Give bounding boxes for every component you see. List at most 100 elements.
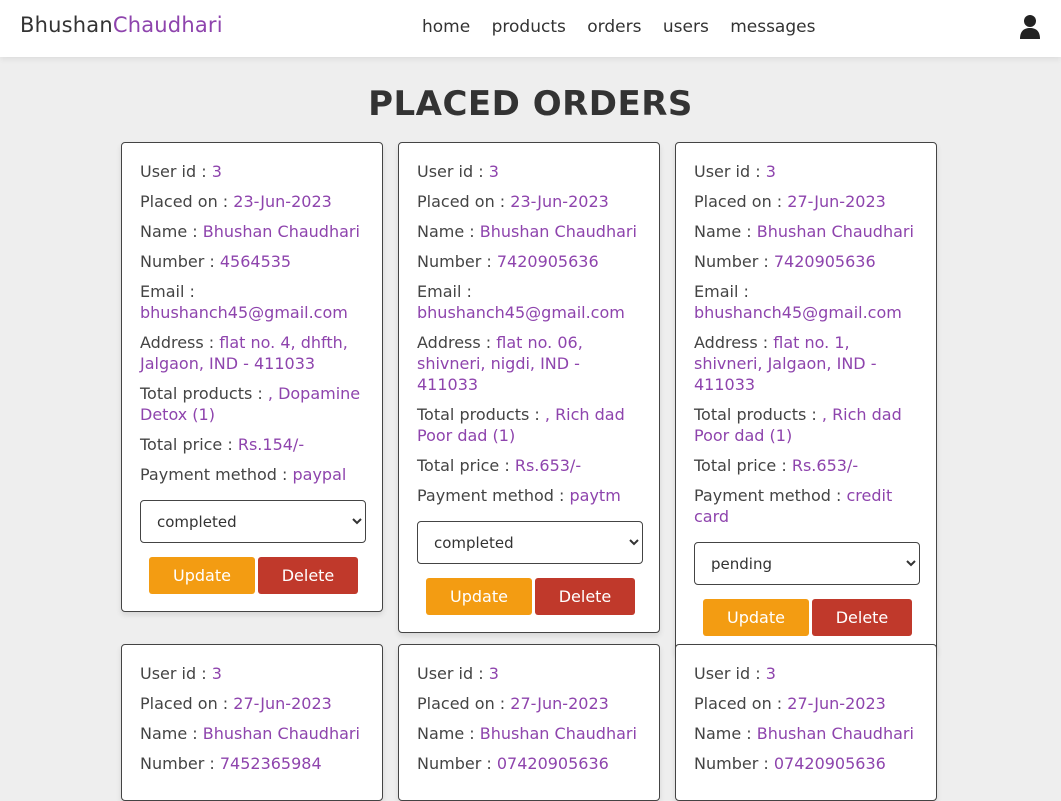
- update-button[interactable]: Update: [703, 599, 809, 636]
- order-placed-on-label: Placed on :: [417, 694, 511, 713]
- order-address-label: Address :: [417, 333, 497, 352]
- order-number-label: Number :: [694, 252, 774, 271]
- order-card: User id : 3 Placed on : 27-Jun-2023 Name :…: [675, 142, 937, 654]
- order-payment-method-value: paypal: [292, 465, 347, 484]
- order-user-id-row: User id : 3: [140, 161, 365, 182]
- order-email-label: Email :: [694, 282, 749, 301]
- order-placed-on-label: Placed on :: [694, 694, 788, 713]
- order-name-row: Name : Bhushan Chaudhari: [140, 723, 365, 744]
- order-status-select[interactable]: pendingcompleted: [417, 521, 643, 564]
- order-placed-on-label: Placed on :: [140, 694, 234, 713]
- order-user-id-label: User id :: [140, 664, 212, 683]
- order-total-products-label: Total products :: [694, 405, 822, 424]
- order-name-row: Name : Bhushan Chaudhari: [417, 221, 642, 242]
- nav-home[interactable]: home: [422, 17, 470, 37]
- order-placed-on-label: Placed on :: [417, 192, 511, 211]
- order-total-products-row: Total products : , Rich dad Poor dad (1): [694, 404, 919, 446]
- order-total-price-label: Total price :: [694, 456, 792, 475]
- header: BhushanChaudhari home products orders us…: [0, 0, 1061, 57]
- order-email-value: bhushanch45@gmail.com: [140, 303, 348, 322]
- order-name-value: Bhushan Chaudhari: [756, 222, 914, 241]
- order-name-value: Bhushan Chaudhari: [202, 222, 360, 241]
- order-number-row: Number : 07420905636: [694, 753, 919, 774]
- update-button[interactable]: Update: [426, 578, 532, 615]
- order-total-price-row: Total price : Rs.653/-: [694, 455, 919, 476]
- order-total-price-label: Total price :: [417, 456, 515, 475]
- order-card: User id : 3 Placed on : 27-Jun-2023 Name :…: [675, 644, 937, 801]
- order-name-label: Name :: [140, 724, 203, 743]
- order-total-products-row: Total products : , Rich dad Poor dad (1): [417, 404, 642, 446]
- order-payment-method-row: Payment method : paytm: [417, 485, 642, 506]
- delete-button[interactable]: Delete: [812, 599, 912, 636]
- order-user-id-value: 3: [488, 162, 499, 181]
- delete-button[interactable]: Delete: [535, 578, 635, 615]
- delete-button[interactable]: Delete: [258, 557, 358, 594]
- nav-orders[interactable]: orders: [587, 17, 641, 37]
- order-user-id-row: User id : 3: [417, 161, 642, 182]
- order-name-row: Name : Bhushan Chaudhari: [140, 221, 365, 242]
- order-status-select[interactable]: pendingcompleted: [694, 542, 920, 585]
- order-total-price-row: Total price : Rs.653/-: [417, 455, 642, 476]
- order-actions: Update Delete: [140, 557, 365, 594]
- order-total-price-value: Rs.154/-: [237, 435, 305, 454]
- order-address-row: Address : flat no. 4, dhfth, Jalgaon, IN…: [140, 332, 365, 374]
- order-number-value: 7420905636: [773, 252, 876, 271]
- order-address-row: Address : flat no. 1, shivneri, Jalgaon,…: [694, 332, 919, 395]
- order-actions: Update Delete: [417, 578, 642, 615]
- order-number-label: Number :: [417, 754, 497, 773]
- order-number-value: 07420905636: [773, 754, 886, 773]
- order-card: User id : 3 Placed on : 23-Jun-2023 Name :…: [398, 142, 660, 633]
- order-placed-on-row: Placed on : 23-Jun-2023: [417, 191, 642, 212]
- user-icon[interactable]: [1019, 14, 1041, 40]
- order-placed-on-value: 23-Jun-2023: [510, 192, 609, 211]
- order-user-id-row: User id : 3: [694, 161, 919, 182]
- nav-products[interactable]: products: [492, 17, 566, 37]
- order-total-price-value: Rs.653/-: [791, 456, 859, 475]
- order-name-label: Name :: [417, 724, 480, 743]
- order-name-row: Name : Bhushan Chaudhari: [694, 221, 919, 242]
- order-total-products-row: Total products : , Dopamine Detox (1): [140, 383, 365, 425]
- nav-users[interactable]: users: [663, 17, 709, 37]
- order-number-row: Number : 7420905636: [694, 251, 919, 272]
- order-placed-on-row: Placed on : 23-Jun-2023: [140, 191, 365, 212]
- order-name-label: Name :: [694, 222, 757, 241]
- order-number-label: Number :: [140, 754, 220, 773]
- order-placed-on-row: Placed on : 27-Jun-2023: [140, 693, 365, 714]
- order-payment-method-row: Payment method : credit card: [694, 485, 919, 527]
- order-placed-on-value: 27-Jun-2023: [787, 192, 886, 211]
- order-email-value: bhushanch45@gmail.com: [694, 303, 902, 322]
- order-user-id-label: User id :: [694, 664, 766, 683]
- order-name-value: Bhushan Chaudhari: [479, 724, 637, 743]
- order-total-price-row: Total price : Rs.154/-: [140, 434, 365, 455]
- order-name-row: Name : Bhushan Chaudhari: [417, 723, 642, 744]
- order-name-label: Name :: [694, 724, 757, 743]
- order-user-id-label: User id :: [140, 162, 212, 181]
- main-nav: home products orders users messages: [422, 17, 831, 37]
- order-placed-on-label: Placed on :: [694, 192, 788, 211]
- order-user-id-value: 3: [765, 162, 776, 181]
- order-name-value: Bhushan Chaudhari: [479, 222, 637, 241]
- order-payment-method-label: Payment method :: [417, 486, 570, 505]
- logo[interactable]: BhushanChaudhari: [20, 13, 223, 37]
- order-number-value: 4564535: [219, 252, 292, 271]
- order-placed-on-value: 27-Jun-2023: [787, 694, 886, 713]
- order-number-row: Number : 7452365984: [140, 753, 365, 774]
- nav-messages[interactable]: messages: [730, 17, 815, 37]
- order-number-value: 7420905636: [496, 252, 599, 271]
- order-user-id-row: User id : 3: [417, 663, 642, 684]
- order-placed-on-row: Placed on : 27-Jun-2023: [417, 693, 642, 714]
- order-user-id-value: 3: [765, 664, 776, 683]
- order-placed-on-label: Placed on :: [140, 192, 234, 211]
- logo-text: Bhushan: [20, 13, 113, 37]
- update-button[interactable]: Update: [149, 557, 255, 594]
- order-user-id-row: User id : 3: [140, 663, 365, 684]
- order-email-label: Email :: [140, 282, 195, 301]
- order-number-label: Number :: [694, 754, 774, 773]
- order-payment-method-label: Payment method :: [140, 465, 293, 484]
- order-placed-on-row: Placed on : 27-Jun-2023: [694, 693, 919, 714]
- order-email-label: Email :: [417, 282, 472, 301]
- order-user-id-value: 3: [488, 664, 499, 683]
- order-payment-method-row: Payment method : paypal: [140, 464, 365, 485]
- order-status-select[interactable]: pendingcompleted: [140, 500, 366, 543]
- order-card: User id : 3 Placed on : 27-Jun-2023 Name :…: [121, 644, 383, 801]
